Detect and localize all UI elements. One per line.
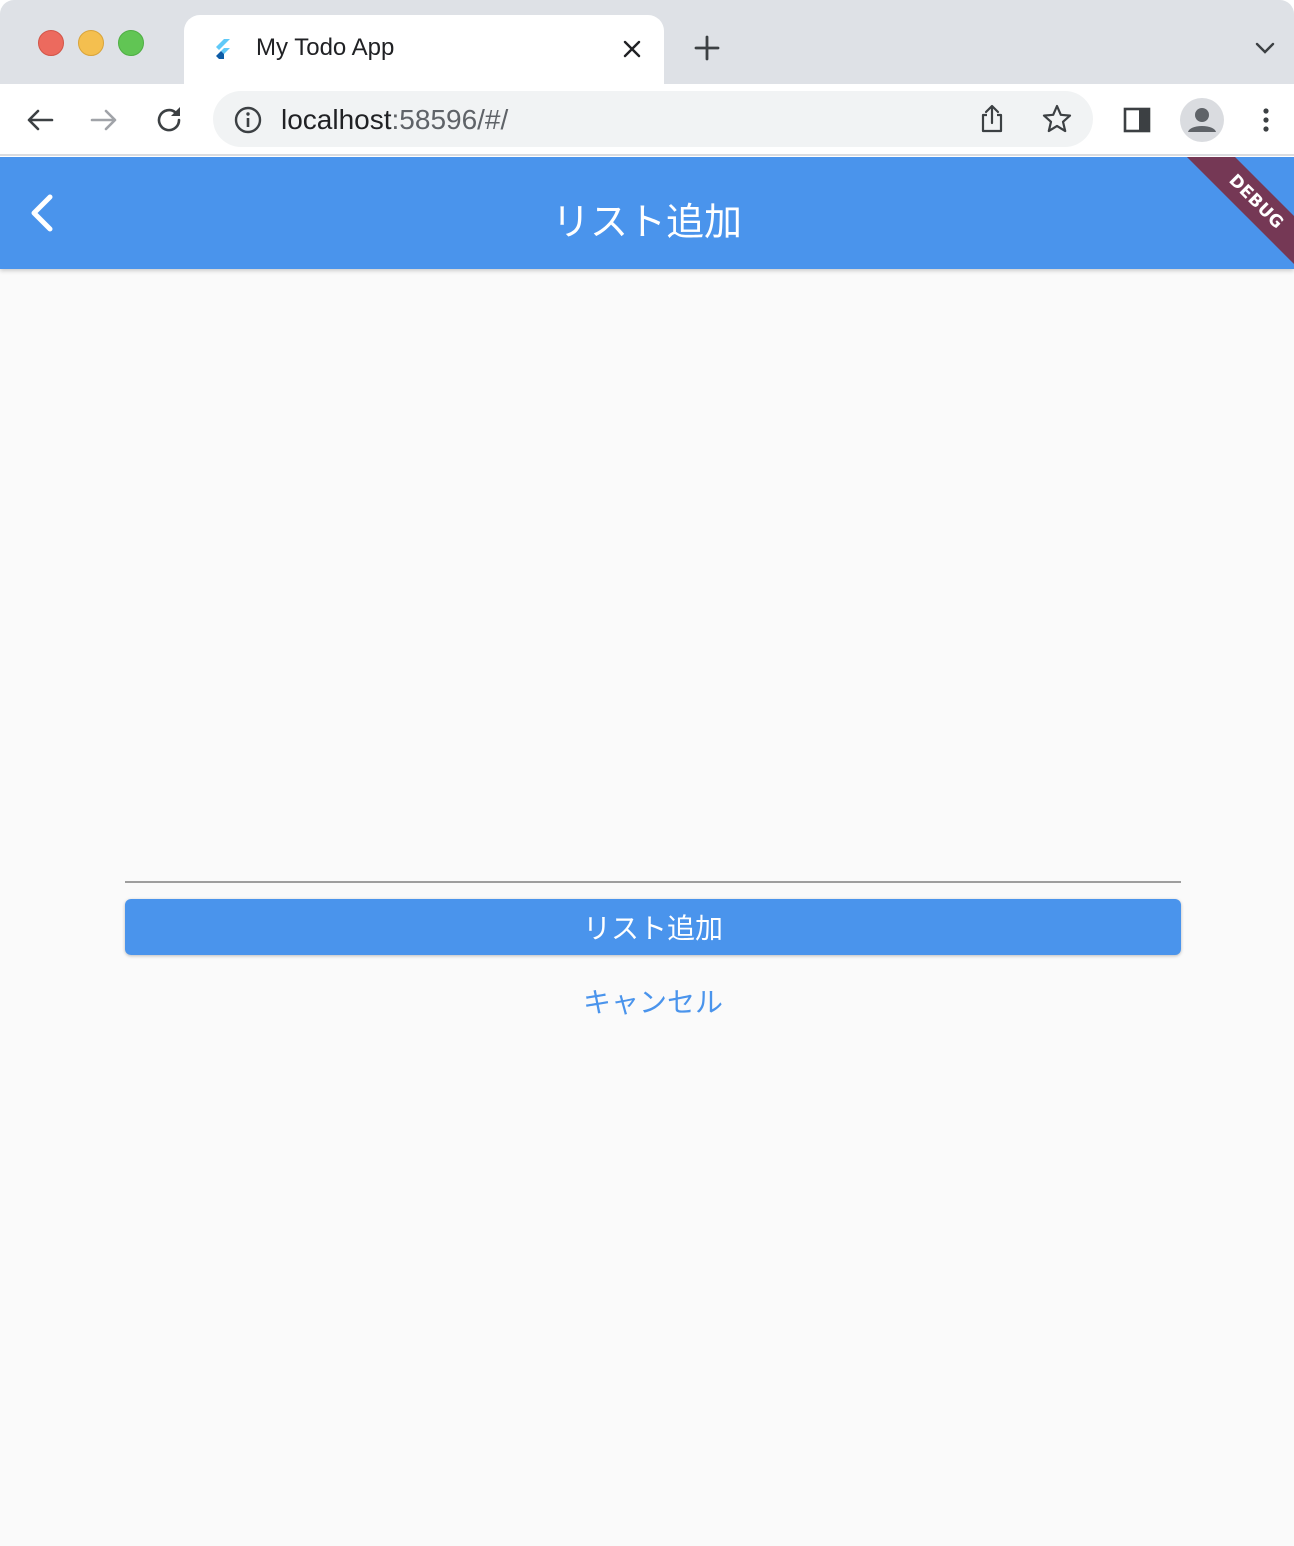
bookmark-star-icon[interactable] (1041, 103, 1073, 135)
close-window-button[interactable] (38, 30, 64, 56)
browser-toolbar: localhost:58596/#/ (0, 84, 1294, 156)
minimize-window-button[interactable] (78, 30, 104, 56)
url-text[interactable]: localhost:58596/#/ (281, 104, 508, 136)
side-panel-icon[interactable] (1121, 104, 1153, 136)
browser-tab-strip: My Todo App (0, 0, 1294, 84)
tab-close-icon[interactable] (622, 39, 642, 59)
page-title: リスト追加 (551, 200, 742, 244)
maximize-window-button[interactable] (118, 30, 144, 56)
app-viewport: リスト追加 DEBUG リスト追加 キャンセル (0, 157, 1294, 1546)
add-list-button[interactable]: リスト追加 (125, 899, 1181, 955)
kebab-menu-icon[interactable] (1250, 104, 1282, 136)
flutter-favicon-icon (216, 39, 230, 59)
share-icon[interactable] (977, 103, 1007, 135)
browser-tab-active[interactable]: My Todo App (184, 15, 664, 84)
url-host: localhost (281, 104, 392, 135)
forward-arrow-icon[interactable] (88, 104, 120, 136)
reload-icon[interactable] (153, 104, 185, 136)
info-icon[interactable] (233, 105, 263, 135)
url-path: :58596/#/ (391, 104, 509, 135)
app-bar: リスト追加 (0, 157, 1294, 269)
tab-title: My Todo App (256, 34, 395, 61)
cancel-button[interactable]: キャンセル (553, 975, 753, 1027)
profile-avatar-icon[interactable] (1180, 98, 1224, 142)
address-bar[interactable]: localhost:58596/#/ (213, 91, 1093, 147)
new-tab-icon[interactable] (694, 35, 720, 61)
todo-text-field[interactable] (125, 837, 1181, 883)
tab-search-chevron-icon[interactable] (1254, 40, 1276, 56)
back-arrow-icon[interactable] (24, 104, 56, 136)
